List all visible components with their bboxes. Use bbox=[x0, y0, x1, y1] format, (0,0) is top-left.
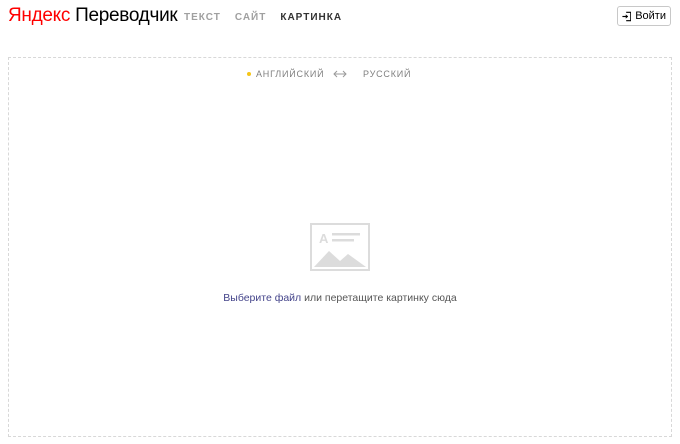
logo[interactable]: Яндекс Переводчик bbox=[8, 5, 178, 27]
mode-tabs: ТЕКСТ САЙТ КАРТИНКА bbox=[184, 12, 342, 24]
svg-text:A: A bbox=[319, 231, 329, 246]
drag-hint-text: или перетащите картинку сюда bbox=[301, 292, 457, 304]
tab-image[interactable]: КАРТИНКА bbox=[280, 12, 342, 24]
source-language-label: АНГЛИЙСКИЙ bbox=[256, 69, 325, 79]
image-dropzone[interactable]: АНГЛИЙСКИЙ РУССКИЙ A Выберите файл или п… bbox=[8, 57, 672, 437]
upload-hint: Выберите файл или перетащите картинку сю… bbox=[9, 292, 671, 304]
target-language[interactable]: РУССКИЙ bbox=[363, 69, 411, 79]
login-icon bbox=[622, 11, 632, 21]
login-label: Войти bbox=[635, 10, 666, 22]
logo-product: Переводчик bbox=[75, 5, 178, 26]
login-button[interactable]: Войти bbox=[617, 6, 671, 26]
image-placeholder-icon: A bbox=[310, 223, 370, 271]
source-language[interactable]: АНГЛИЙСКИЙ bbox=[247, 69, 324, 79]
swap-arrow-icon[interactable] bbox=[333, 68, 347, 80]
translator-page: Яндекс Переводчик ТЕКСТ САЙТ КАРТИНКА Вой… bbox=[0, 0, 680, 444]
source-dot-icon bbox=[247, 72, 251, 76]
tab-text[interactable]: ТЕКСТ bbox=[184, 12, 221, 24]
header: Яндекс Переводчик ТЕКСТ САЙТ КАРТИНКА Вой… bbox=[0, 0, 680, 36]
logo-brand: Яндекс bbox=[8, 5, 71, 26]
choose-file-link[interactable]: Выберите файл bbox=[223, 292, 301, 304]
language-bar: АНГЛИЙСКИЙ РУССКИЙ bbox=[9, 69, 671, 83]
tab-site[interactable]: САЙТ bbox=[235, 12, 267, 24]
